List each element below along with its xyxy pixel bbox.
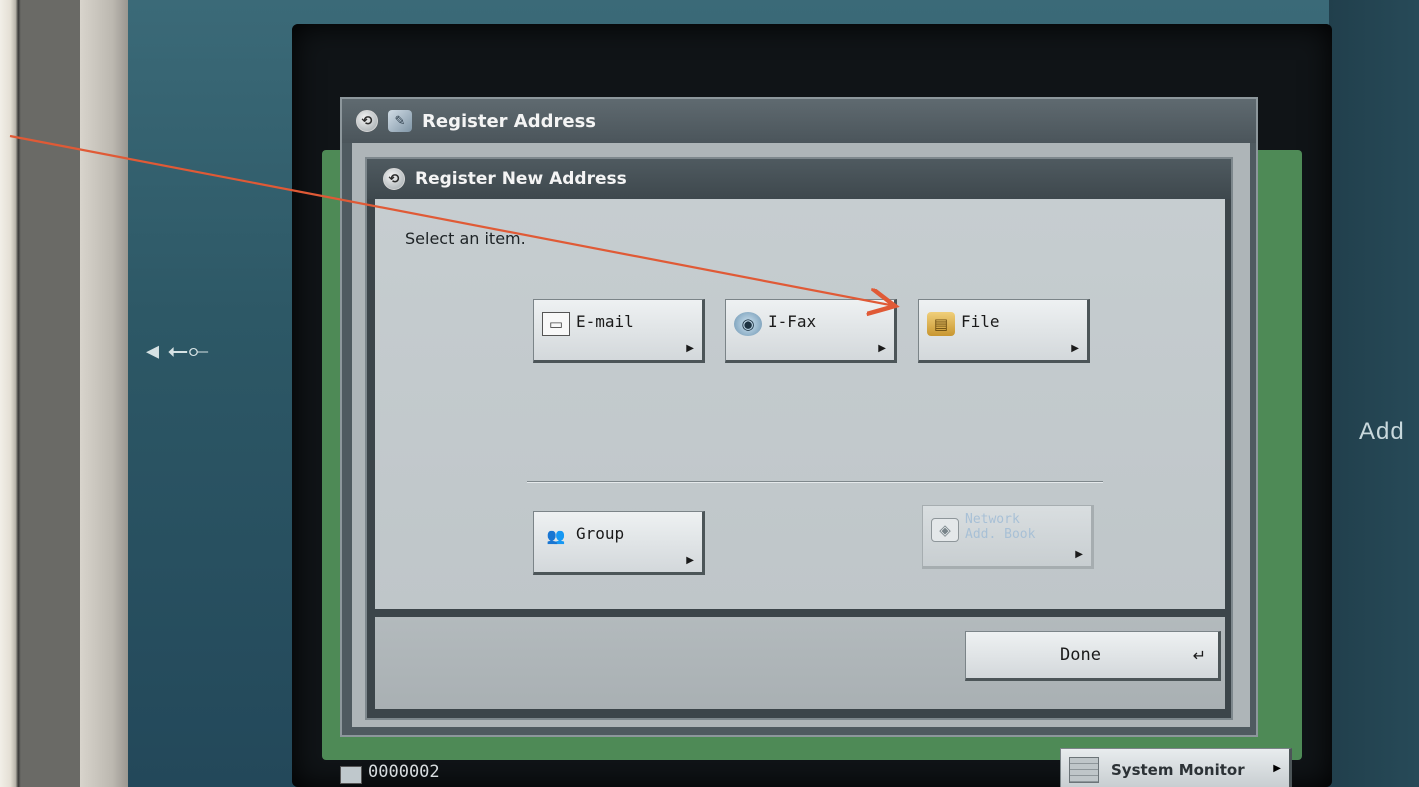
group-icon: 👥 xyxy=(546,527,566,545)
email-label: E-mail xyxy=(576,312,634,331)
file-label: File xyxy=(961,312,1000,331)
job-icon xyxy=(340,766,362,784)
arrow-right-icon: ▶ xyxy=(1075,549,1083,560)
dialog-footer: Done ↵ xyxy=(375,617,1225,709)
network-addressbook-icon: ◈ xyxy=(931,518,959,542)
ifax-icon: ◉ xyxy=(734,312,762,336)
address-book-icon: ✎ xyxy=(388,110,412,132)
section-divider xyxy=(527,481,1103,483)
email-button[interactable]: ▭ E-mail ▶ xyxy=(533,299,705,363)
ifax-label: I-Fax xyxy=(768,312,817,331)
back-icon[interactable]: ⟲ xyxy=(383,168,405,190)
side-label: Add xyxy=(1359,418,1405,445)
item-selection-panel: Select an item. ▭ E-mail ▶ ◉ I-Fax ▶ ▤ F… xyxy=(375,199,1225,609)
dialog-title: Register New Address xyxy=(415,169,627,189)
register-address-titlebar: ⟲ ✎ Register Address xyxy=(342,99,1256,143)
group-button[interactable]: 👥 Group ▶ xyxy=(533,511,705,575)
file-button[interactable]: ▤ File ▶ xyxy=(918,299,1090,363)
arrow-right-icon: ▶ xyxy=(1273,763,1281,774)
dialog-titlebar: ⟲ Register New Address xyxy=(367,159,1231,199)
job-id: 0000002 xyxy=(368,762,440,782)
network-label: Network Add. Book xyxy=(965,512,1036,542)
done-label: Done xyxy=(1060,645,1101,665)
system-monitor-icon xyxy=(1069,757,1099,783)
group-label: Group xyxy=(576,524,625,543)
bezel-right-panel: Add xyxy=(1329,0,1419,787)
status-bar: 0000002 System Monitor ▶ xyxy=(340,748,1340,787)
enter-icon: ↵ xyxy=(1192,646,1206,665)
usb-icon: ◂ ⭠⟜ xyxy=(146,336,209,366)
instruction-text: Select an item. xyxy=(405,229,526,248)
envelope-icon: ▭ xyxy=(542,312,570,336)
wall-edge xyxy=(80,0,134,787)
arrow-right-icon: ▶ xyxy=(686,343,694,354)
register-new-address-dialog: ⟲ Register New Address Select an item. ▭… xyxy=(365,157,1233,720)
back-icon[interactable]: ⟲ xyxy=(356,110,378,132)
system-monitor-button[interactable]: System Monitor ▶ xyxy=(1060,748,1292,787)
file-icon: ▤ xyxy=(927,312,955,336)
done-button[interactable]: Done ↵ xyxy=(965,631,1221,681)
arrow-right-icon: ▶ xyxy=(686,555,694,566)
window-title: Register Address xyxy=(422,110,597,132)
ifax-button[interactable]: ◉ I-Fax ▶ xyxy=(725,299,897,363)
arrow-right-icon: ▶ xyxy=(878,343,886,354)
system-monitor-label: System Monitor xyxy=(1111,761,1245,779)
network-address-book-button[interactable]: ◈ Network Add. Book ▶ xyxy=(922,505,1094,569)
arrow-right-icon: ▶ xyxy=(1071,343,1079,354)
